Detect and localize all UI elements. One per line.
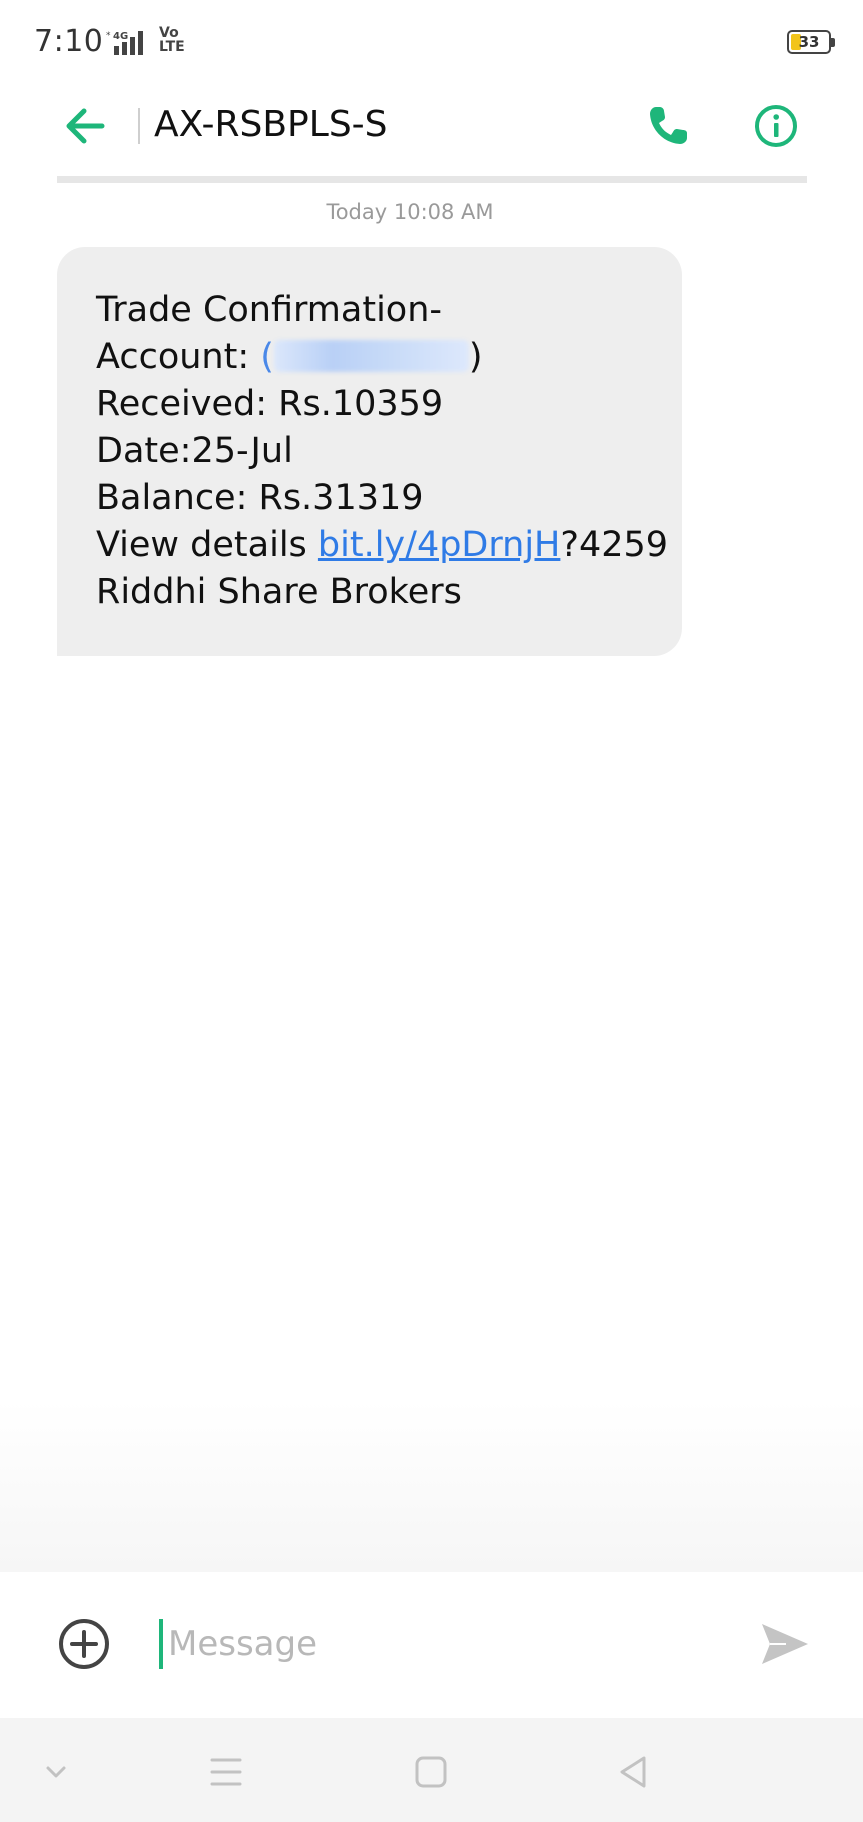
system-navigation-bar (0, 1718, 863, 1822)
battery-icon: 33 (787, 30, 835, 54)
back-triangle-icon[interactable] (612, 1750, 656, 1794)
message-line-sender: Riddhi Share Brokers (96, 572, 462, 612)
svg-text:*: * (106, 31, 111, 41)
message-line-date: Date:25-Jul (96, 431, 293, 471)
network-type-label: 4G (113, 31, 128, 42)
volte-top-label: Vo (159, 25, 179, 41)
account-close-paren: ) (468, 337, 483, 377)
header-separator (57, 176, 807, 183)
message-line-title: Trade Confirmation- (96, 290, 443, 330)
conversation-header: AX-RSBPLS-S (0, 88, 863, 180)
info-icon[interactable] (748, 98, 804, 154)
send-icon[interactable] (756, 1616, 812, 1672)
message-bubble[interactable]: Trade Confirmation- Account: () Received… (57, 247, 682, 656)
message-line-view-details: View details bit.ly/4pDrnjH?4259 (96, 522, 668, 569)
arrow-left-icon[interactable] (58, 98, 114, 154)
plus-circle-icon[interactable] (56, 1616, 112, 1672)
message-line-received: Received: Rs.10359 (96, 384, 444, 424)
volte-bottom-label: LTE (159, 39, 185, 55)
home-square-icon[interactable] (409, 1750, 453, 1794)
composer-fade (0, 1400, 863, 1572)
message-line-account: Account: () (96, 334, 652, 381)
status-time: 7:10 (34, 24, 104, 59)
message-timestamp: Today 10:08 AM (326, 200, 494, 224)
contact-name: AX-RSBPLS-S (154, 104, 388, 145)
message-composer (0, 1572, 863, 1718)
view-details-label: View details (96, 525, 318, 565)
redacted-account-number (273, 340, 469, 372)
signal-icon: * 4G (106, 31, 143, 55)
status-bar: 7:10 * 4G Vo LTE 33 (0, 0, 863, 88)
phone-icon[interactable] (640, 98, 696, 154)
message-line-balance: Balance: Rs.31319 (96, 478, 424, 518)
text-cursor (159, 1619, 163, 1669)
chevron-down-icon[interactable] (34, 1750, 78, 1794)
message-input[interactable] (168, 1616, 728, 1672)
account-label: Account: (96, 337, 261, 377)
account-open-paren: ( (260, 337, 274, 377)
sms-conversation-screen: 7:10 * 4G Vo LTE 33 AX-RSBPLS-S Today 10… (0, 0, 863, 1822)
volte-icon: Vo LTE (159, 26, 185, 54)
battery-level: 33 (798, 33, 820, 51)
message-link[interactable]: bit.ly/4pDrnjH (318, 525, 560, 565)
header-divider (138, 108, 140, 144)
menu-icon[interactable] (204, 1750, 248, 1794)
link-suffix: ?4259 (560, 525, 669, 565)
